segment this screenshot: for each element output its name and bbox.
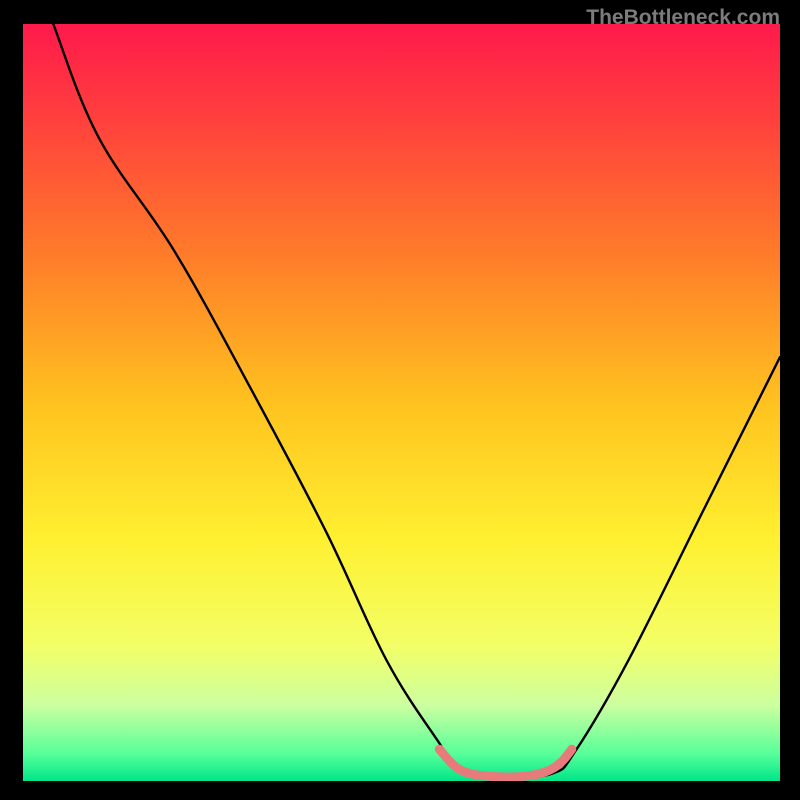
bottleneck-curve xyxy=(53,24,780,778)
chart-stage: TheBottleneck.com xyxy=(0,0,800,800)
watermark-text: TheBottleneck.com xyxy=(586,6,780,30)
plot-area xyxy=(23,24,780,781)
sweet-spot-band xyxy=(439,749,571,777)
curve-layer xyxy=(23,24,780,781)
